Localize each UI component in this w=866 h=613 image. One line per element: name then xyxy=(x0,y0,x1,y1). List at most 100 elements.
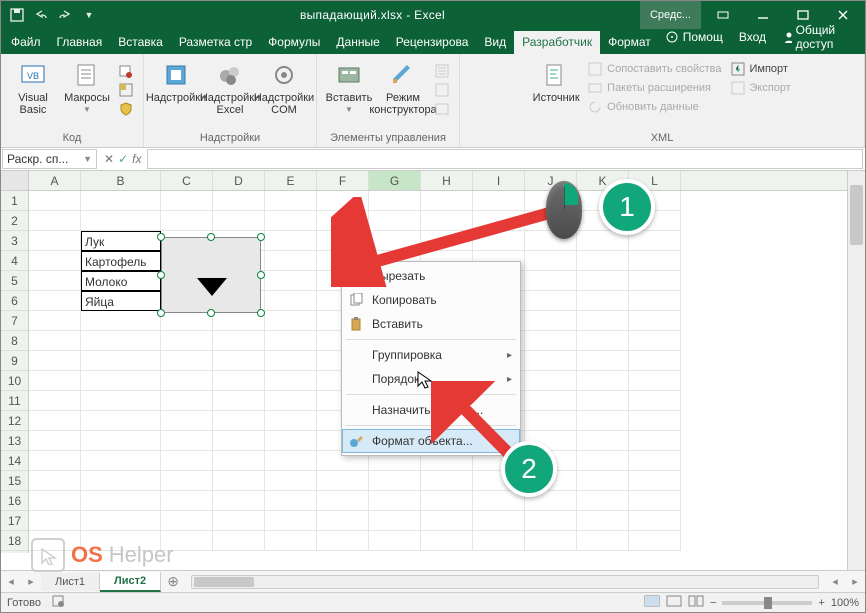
cell[interactable] xyxy=(369,471,421,491)
resize-handle[interactable] xyxy=(207,309,215,317)
cell[interactable] xyxy=(317,511,369,531)
cell[interactable] xyxy=(265,451,317,471)
cell[interactable] xyxy=(29,331,81,351)
cell[interactable] xyxy=(577,451,629,471)
tab-review[interactable]: Рецензирова xyxy=(388,31,477,54)
zoom-slider[interactable] xyxy=(722,601,812,605)
row-header[interactable]: 18 xyxy=(1,531,28,551)
cell[interactable] xyxy=(81,411,161,431)
cell[interactable] xyxy=(577,311,629,331)
cell[interactable] xyxy=(629,351,681,371)
cell[interactable] xyxy=(421,511,473,531)
xml-source-button[interactable]: Источник xyxy=(530,58,582,104)
macro-record-status-icon[interactable] xyxy=(51,594,65,611)
enter-icon[interactable]: ✓ xyxy=(118,152,128,166)
help-button[interactable]: Помощ xyxy=(659,27,729,47)
cell[interactable]: Яйца xyxy=(81,291,161,311)
row-header[interactable]: 14 xyxy=(1,451,28,471)
cell[interactable]: Картофель xyxy=(81,251,161,271)
cell[interactable] xyxy=(81,191,161,211)
cell[interactable] xyxy=(161,351,213,371)
row-header[interactable]: 6 xyxy=(1,291,28,311)
cell[interactable] xyxy=(265,471,317,491)
scroll-right[interactable]: ▸ xyxy=(845,575,865,588)
cell[interactable] xyxy=(29,351,81,371)
row-header[interactable]: 13 xyxy=(1,431,28,451)
cell[interactable] xyxy=(577,351,629,371)
sheet-nav-first[interactable]: ◂ xyxy=(1,575,21,588)
cell[interactable] xyxy=(213,331,265,351)
row-header[interactable]: 4 xyxy=(1,251,28,271)
cell[interactable] xyxy=(265,311,317,331)
cell[interactable] xyxy=(629,491,681,511)
cell[interactable] xyxy=(577,371,629,391)
cell[interactable] xyxy=(577,511,629,531)
cell[interactable] xyxy=(81,491,161,511)
new-sheet-button[interactable]: ⊕ xyxy=(161,573,185,590)
cell[interactable] xyxy=(577,431,629,451)
cell[interactable] xyxy=(161,491,213,511)
cell[interactable] xyxy=(265,531,317,551)
tab-formulas[interactable]: Формулы xyxy=(260,31,328,54)
cell[interactable] xyxy=(629,431,681,451)
col-header-D[interactable]: D xyxy=(213,171,265,190)
redo-icon[interactable] xyxy=(55,5,75,25)
cell[interactable] xyxy=(29,411,81,431)
cell[interactable] xyxy=(161,191,213,211)
cell[interactable] xyxy=(161,451,213,471)
cell[interactable] xyxy=(525,291,577,311)
cell[interactable] xyxy=(577,531,629,551)
cell[interactable] xyxy=(265,331,317,351)
select-all-corner[interactable] xyxy=(1,171,29,190)
cell[interactable] xyxy=(265,391,317,411)
visual-basic-button[interactable]: VBVisual Basic xyxy=(7,58,59,116)
cell[interactable] xyxy=(265,231,317,251)
row-header[interactable]: 5 xyxy=(1,271,28,291)
cell[interactable] xyxy=(265,211,317,231)
cell[interactable] xyxy=(213,191,265,211)
fx-icon[interactable]: fx xyxy=(132,152,141,166)
cell[interactable] xyxy=(29,471,81,491)
tab-home[interactable]: Главная xyxy=(49,31,111,54)
cell[interactable] xyxy=(629,371,681,391)
col-header-F[interactable]: F xyxy=(317,171,369,190)
cell[interactable] xyxy=(81,311,161,331)
cell[interactable] xyxy=(265,271,317,291)
resize-handle[interactable] xyxy=(157,271,165,279)
cell[interactable] xyxy=(629,531,681,551)
cell[interactable] xyxy=(81,371,161,391)
name-box[interactable]: Раскр. сп...▼ xyxy=(2,149,97,169)
cell[interactable] xyxy=(577,411,629,431)
view-normal-icon[interactable] xyxy=(644,595,660,610)
resize-handle[interactable] xyxy=(157,309,165,317)
resize-handle[interactable] xyxy=(207,233,215,241)
qat-dropdown-icon[interactable]: ▼ xyxy=(79,5,99,25)
cell[interactable] xyxy=(525,311,577,331)
cell[interactable] xyxy=(525,511,577,531)
cell[interactable] xyxy=(213,351,265,371)
cell[interactable] xyxy=(29,291,81,311)
row-header[interactable]: 8 xyxy=(1,331,28,351)
zoom-in-button[interactable]: + xyxy=(818,597,824,609)
cell[interactable] xyxy=(29,371,81,391)
view-pagebreak-icon[interactable] xyxy=(688,595,704,610)
cell[interactable] xyxy=(369,511,421,531)
row-header[interactable]: 1 xyxy=(1,191,28,211)
cell[interactable] xyxy=(629,511,681,531)
cell[interactable] xyxy=(81,351,161,371)
cell[interactable] xyxy=(213,451,265,471)
cell[interactable] xyxy=(29,251,81,271)
tab-format[interactable]: Формат xyxy=(600,31,659,54)
run-dialog-button[interactable] xyxy=(431,100,453,118)
cell[interactable] xyxy=(317,471,369,491)
col-header-E[interactable]: E xyxy=(265,171,317,190)
vertical-scrollbar[interactable] xyxy=(847,171,865,571)
cell[interactable] xyxy=(213,491,265,511)
excel-addins-button[interactable]: Надстройки Excel xyxy=(204,58,256,116)
cell[interactable] xyxy=(213,211,265,231)
cell[interactable] xyxy=(577,471,629,491)
map-properties-button[interactable]: Сопоставить свойства xyxy=(584,60,724,78)
cell[interactable] xyxy=(265,191,317,211)
cell[interactable] xyxy=(161,211,213,231)
cell[interactable] xyxy=(81,431,161,451)
